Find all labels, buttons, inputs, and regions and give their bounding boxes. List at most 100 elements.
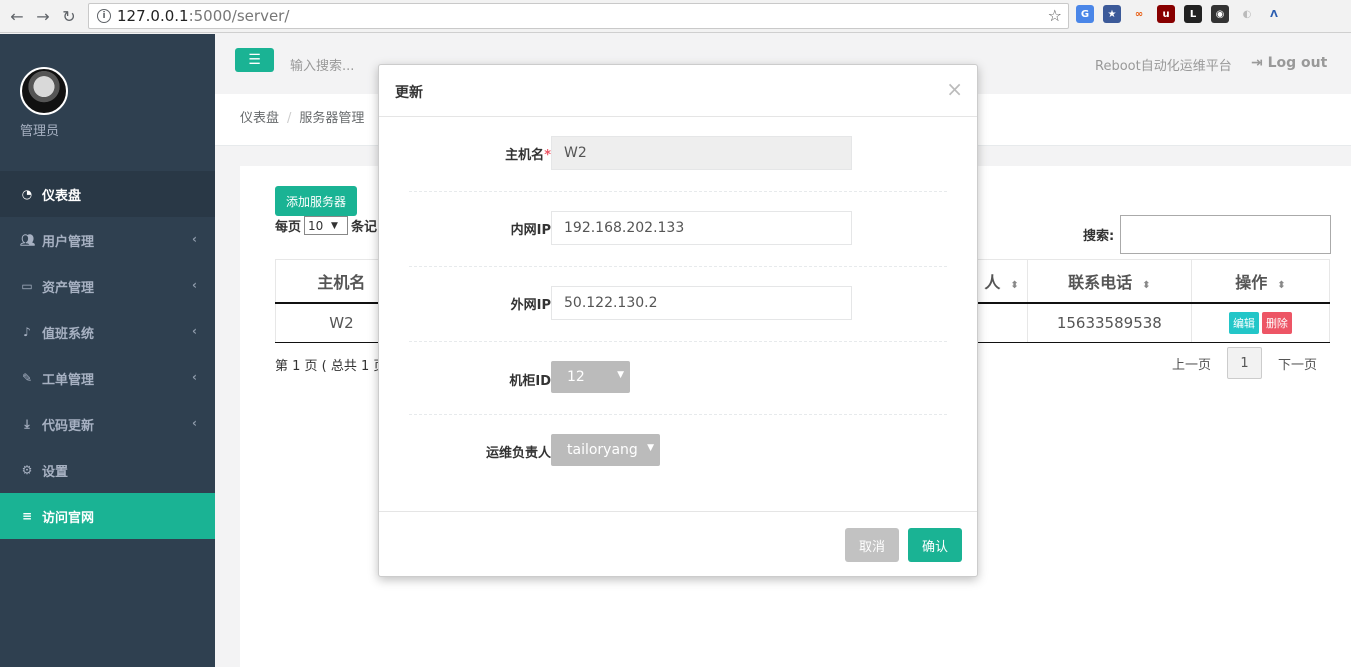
chevron-left-icon: ‹: [192, 416, 197, 430]
sidebar-item-label: 访问官网: [42, 510, 95, 526]
column-label: 操作: [1235, 272, 1268, 292]
logout-label: Log out: [1267, 55, 1328, 71]
sidebar-item-users[interactable]: 👥︎ 用户管理 ‹: [0, 217, 215, 263]
reload-icon[interactable]: ↻: [58, 5, 80, 27]
users-icon: 👥︎: [20, 233, 36, 247]
cancel-button[interactable]: 取消: [845, 528, 899, 562]
hamburger-icon: ☰: [248, 52, 261, 68]
required-marker: *: [544, 148, 551, 163]
sidebar-item-label: 代码更新: [42, 418, 95, 434]
ghost-extension-icon[interactable]: ◉: [1211, 5, 1229, 23]
profile-name: 管理员: [20, 124, 60, 139]
breadcrumb-current: 服务器管理: [299, 111, 365, 126]
hostname-field[interactable]: W2: [551, 136, 852, 170]
cell-phone: 15633589538: [1026, 302, 1192, 343]
sidebar-item-dashboard[interactable]: ◔ 仪表盘: [0, 171, 215, 217]
per-page-prefix: 每页: [275, 220, 302, 235]
chevron-left-icon: ‹: [192, 324, 197, 338]
sidebar: 管理员 ◔ 仪表盘 👥︎ 用户管理 ‹ ▭ 资产管理 ‹ ♪ 值班系统 ‹ ✎ …: [0, 34, 215, 667]
sort-icon: ⬍: [1010, 279, 1019, 291]
download-icon: ⤓: [24, 416, 30, 431]
prev-page-button[interactable]: 上一页: [1172, 354, 1211, 373]
info-icon[interactable]: i: [97, 9, 111, 23]
bell-icon: ♪: [23, 325, 31, 339]
owner-select[interactable]: tailoryang ▼: [551, 434, 660, 466]
sidebar-item-tickets[interactable]: ✎ 工单管理 ‹: [0, 355, 215, 401]
outer-ip-field[interactable]: 50.122.130.2: [551, 286, 852, 320]
column-label: 人: [984, 272, 1001, 292]
address-bar[interactable]: i 127.0.0.1 :5000/server/ ☆: [88, 3, 1069, 29]
per-page-control: 每页 10 ▼ 条记: [275, 216, 377, 235]
caret-down-icon: ▼: [647, 443, 654, 453]
top-search-input[interactable]: 输入搜索...: [290, 55, 354, 74]
chevron-left-icon: ‹: [192, 278, 197, 292]
database-icon: ≡: [21, 509, 33, 523]
profile-area: 管理员: [0, 34, 215, 171]
per-page-value: 10: [308, 218, 324, 233]
pagination: 上一页 1 下一页: [1172, 347, 1317, 379]
column-header-phone[interactable]: 联系电话 ⬍: [1026, 259, 1192, 304]
modal-footer: 取消 确认: [379, 511, 977, 577]
dashboard-icon: ◔: [21, 187, 33, 201]
next-page-button[interactable]: 下一页: [1278, 354, 1317, 373]
modal-title: 更新: [395, 85, 423, 101]
back-icon[interactable]: ←: [6, 5, 28, 27]
sidebar-item-code-update[interactable]: ⤓ 代码更新 ‹: [0, 401, 215, 447]
translate-extension-icon[interactable]: G: [1076, 5, 1094, 23]
form-row-hostname: 主机名* W2: [409, 117, 947, 192]
gray-extension-icon[interactable]: ◐: [1238, 5, 1256, 23]
cabinet-value: 12: [567, 369, 585, 385]
caret-down-icon: ▼: [330, 220, 338, 231]
url-path: :5000/server/: [188, 7, 290, 25]
breadcrumb-home[interactable]: 仪表盘: [240, 111, 279, 126]
update-server-modal: 更新 × 主机名* W2 内网IP 192.168.202.133 外网IP 5…: [378, 64, 978, 577]
sidebar-item-label: 用户管理: [42, 234, 95, 250]
sort-icon: ⬍: [1142, 279, 1151, 291]
per-page-select[interactable]: 10 ▼: [304, 216, 349, 235]
ublock-extension-icon[interactable]: u: [1157, 5, 1175, 23]
hdd-icon: ▭: [21, 279, 33, 293]
form-row-owner: 运维负责人 tailoryang ▼: [409, 415, 947, 511]
delete-button[interactable]: 删除: [1261, 311, 1292, 334]
outer-ip-label: 外网IP: [510, 298, 551, 313]
column-label: 主机名: [317, 272, 366, 292]
sort-icon: ⬍: [1277, 279, 1286, 291]
star-extension-icon[interactable]: ★: [1103, 5, 1121, 23]
sidebar-item-duty[interactable]: ♪ 值班系统 ‹: [0, 309, 215, 355]
sidebar-item-settings[interactable]: ⚙ 设置: [0, 447, 215, 493]
sidebar-item-website[interactable]: ≡ 访问官网: [0, 493, 215, 539]
sidebar-item-label: 仪表盘: [42, 188, 82, 204]
url-host: 127.0.0.1: [117, 7, 189, 25]
sidebar-item-label: 设置: [42, 464, 69, 480]
chevron-left-icon: ‹: [192, 370, 197, 384]
inner-ip-label: 内网IP: [510, 223, 551, 238]
sign-out-icon: ⇥: [1251, 55, 1268, 71]
breadcrumb-separator: /: [287, 111, 292, 126]
l-extension-icon[interactable]: L: [1184, 5, 1202, 23]
table-search-input[interactable]: [1120, 215, 1331, 254]
column-header-actions[interactable]: 操作 ⬍: [1190, 259, 1331, 304]
owner-value: tailoryang: [567, 442, 638, 458]
page-1-button[interactable]: 1: [1227, 347, 1263, 379]
confirm-button[interactable]: 确认: [908, 528, 962, 562]
inner-ip-field[interactable]: 192.168.202.133: [551, 211, 852, 245]
logout-link[interactable]: ⇥ Log out: [1251, 55, 1327, 71]
column-label: 联系电话: [1068, 272, 1133, 292]
owner-label: 运维负责人: [485, 446, 551, 461]
search-label: 搜索:: [1083, 229, 1115, 244]
form-row-cabinet: 机柜ID 12 ▼: [409, 342, 947, 415]
menu-toggle-button[interactable]: ☰: [235, 48, 274, 72]
sidebar-item-assets[interactable]: ▭ 资产管理 ‹: [0, 263, 215, 309]
edit-button[interactable]: 编辑: [1228, 311, 1259, 334]
cabinet-select[interactable]: 12 ▼: [551, 361, 630, 393]
forward-icon[interactable]: →: [32, 5, 54, 27]
avatar[interactable]: [20, 67, 68, 115]
sidebar-item-label: 工单管理: [42, 372, 95, 388]
infinity-extension-icon[interactable]: ∞: [1130, 5, 1148, 23]
add-server-button[interactable]: 添加服务器: [275, 186, 357, 216]
bookmark-star-icon[interactable]: ☆: [1048, 6, 1062, 25]
a-extension-icon[interactable]: Λ: [1265, 5, 1283, 23]
close-icon[interactable]: ×: [946, 77, 963, 101]
brand-text: Reboot自动化运维平台: [1095, 59, 1232, 74]
sidebar-item-label: 值班系统: [42, 326, 95, 342]
